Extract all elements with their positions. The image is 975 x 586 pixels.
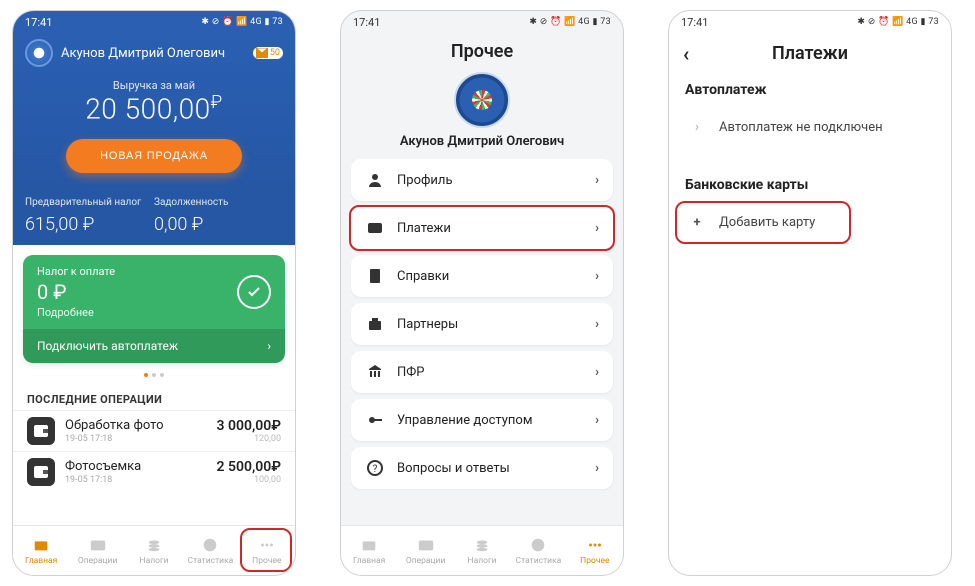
tax-due-amount: 0 ₽ [37,280,115,304]
page-title: Платежи [772,43,848,64]
menu-payments[interactable]: Платежи › [351,207,613,249]
nav-operations[interactable]: Операции [397,526,453,575]
highlight-box [349,205,615,251]
chevron-right-icon: › [595,269,599,284]
nav-taxes[interactable]: Налоги [454,526,510,575]
section-autopay: Автоплатеж [669,74,951,106]
menu-pfr[interactable]: ПФР › [351,351,613,393]
status-time: 17:41 [25,16,52,29]
chevron-right-icon: › [267,339,271,353]
bottom-nav: Главная Операции Налоги Статистика Проче… [13,525,295,575]
add-card-button[interactable]: + Добавить карту [669,201,951,244]
nav-more[interactable]: Прочее [567,526,623,575]
status-time: 17:41 [353,16,380,29]
plus-icon: + [685,215,709,230]
autopay-row[interactable]: › Автоплатеж не подключен [669,106,951,149]
menu-access[interactable]: Управление доступом › [351,399,613,441]
tax-figures: Предварительный налог 615,00 ₽ Задолженн… [13,187,295,245]
new-sale-button[interactable]: НОВАЯ ПРОДАЖА [66,139,242,173]
section-cards: Банковские карты [669,169,951,201]
op-sum: 2 500,00₽ [217,459,282,475]
chevron-right-icon: › [595,221,599,236]
nav-home[interactable]: Главная [341,526,397,575]
status-icons: ✱ ⊘ ⏰ 📶 4G ▮ 73 [857,17,939,27]
nav-home[interactable]: Главная [13,526,69,575]
chevron-right-icon: › [595,461,599,476]
menu-partners[interactable]: Партнеры › [351,303,613,345]
revenue-value: 20 500,00₽ [25,92,283,125]
key-icon [365,412,385,428]
chevron-right-icon: › [595,317,599,332]
recent-ops-header: ПОСЛЕДНИЕ ОПЕРАЦИИ [13,387,295,410]
nav-more[interactable]: Прочее [239,526,295,575]
mailbox-button[interactable]: 50 [253,47,283,59]
screen-home: 17:41 ✱ ⊘ ⏰ 📶 4G ▮ 73 Акунов Дмитрий Оле… [12,10,296,576]
chevron-right-icon: › [595,365,599,380]
op-name: Обработка фото [65,418,164,433]
op-ts: 19-05 17:18 [65,434,164,444]
wallet-icon [365,220,385,236]
nav-stats[interactable]: Статистика [510,526,566,575]
mail-count: 50 [270,48,280,58]
autopay-link[interactable]: Подключить автоплатеж › [23,329,285,363]
menu-docs[interactable]: Справки › [351,255,613,297]
tax-due-title: Налог к оплате [37,265,115,278]
debt-value: 0,00 ₽ [154,214,283,235]
pretax-label: Предварительный налог [25,197,154,208]
menu-list: Профиль › Платежи › Справки › Партнеры ›… [341,159,623,489]
tax-due-card[interactable]: Налог к оплате 0 ₽ Подробнее Подключить … [23,255,285,363]
question-icon: ? [365,460,385,476]
page-title: Прочее [341,33,623,66]
status-time: 17:41 [681,16,708,29]
status-icons: ✱ ⊘ ⏰ 📶 4G ▮ 73 [529,17,611,27]
debt-label: Задолженность [154,197,283,208]
screen-more: 17:41 ✱ ⊘ ⏰ 📶 4G ▮ 73 Прочее Акунов Дмит… [340,10,624,576]
chevron-right-icon: › [595,413,599,428]
pfr-icon [365,364,385,380]
list-item[interactable]: Обработка фото 19-05 17:18 3 000,00₽ 120… [13,410,295,451]
op-sub: 100,00 [217,475,282,485]
op-name: Фотосъемка [65,459,141,474]
menu-profile[interactable]: Профиль › [351,159,613,201]
menu-faq[interactable]: ? Вопросы и ответы › [351,447,613,489]
profile-icon [365,172,385,188]
op-sub: 120,00 [217,434,282,444]
user-name: Акунов Дмитрий Олегович [341,134,623,149]
nav-stats[interactable]: Статистика [182,526,238,575]
wallet-icon [27,417,55,445]
header-card: Акунов Дмитрий Олегович 50 Выручка за ма… [13,33,295,187]
svg-text:?: ? [373,464,378,475]
status-bar: 17:41 ✱ ⊘ ⏰ 📶 4G ▮ 73 [13,11,295,33]
app-emblem-icon [454,72,510,128]
pretax-value: 615,00 ₽ [25,214,154,235]
list-item[interactable]: Фотосъемка 19-05 17:18 2 500,00₽ 100,00 [13,451,295,492]
wallet-icon [27,458,55,486]
app-emblem-icon [25,39,53,67]
op-ts: 19-05 17:18 [65,475,141,485]
bottom-nav: Главная Операции Налоги Статистика Проче… [341,525,623,575]
nav-operations[interactable]: Операции [69,526,125,575]
chevron-right-icon: › [595,173,599,188]
screen-payments: 17:41 ✱ ⊘ ⏰ 📶 4G ▮ 73 ‹ Платежи Автоплат… [668,10,952,576]
op-sum: 3 000,00₽ [217,418,282,434]
chevron-right-icon: › [685,120,709,135]
page-dots [13,373,295,377]
status-bar: 17:41 ✱ ⊘ ⏰ 📶 4G ▮ 73 [669,11,951,33]
revenue-label: Выручка за май [25,79,283,92]
back-button[interactable]: ‹ [683,42,689,66]
nav-taxes[interactable]: Налоги [126,526,182,575]
user-name: Акунов Дмитрий Олегович [61,46,225,61]
briefcase-icon [365,316,385,332]
status-icons: ✱ ⊘ ⏰ 📶 4G ▮ 73 [201,17,283,27]
status-bar: 17:41 ✱ ⊘ ⏰ 📶 4G ▮ 73 [341,11,623,33]
doc-icon [365,268,385,284]
tax-due-more: Подробнее [37,306,115,319]
checkmark-icon [237,275,271,309]
